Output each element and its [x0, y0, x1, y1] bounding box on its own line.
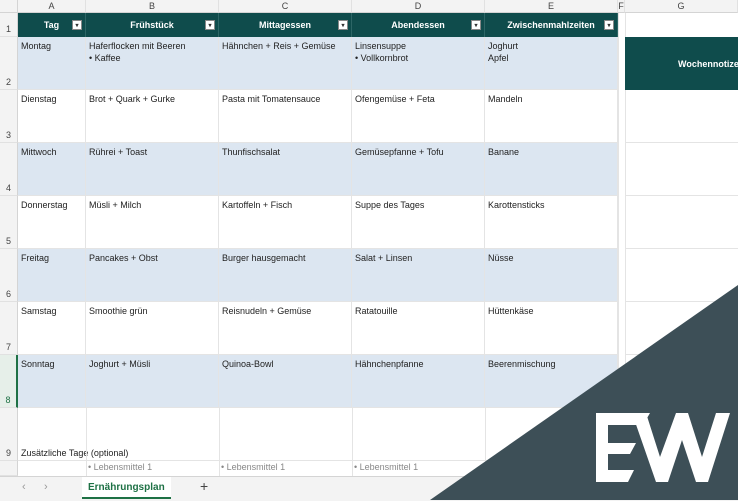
row-header-8[interactable]: 8 [0, 355, 18, 408]
column-header-c[interactable]: C [219, 0, 352, 13]
cell-lunch[interactable]: Quinoa-Bowl [219, 355, 352, 408]
column-header-d[interactable]: D [352, 0, 485, 13]
filter-dropdown-icon[interactable]: ▾ [72, 20, 82, 30]
cell-dinner[interactable]: Linsensuppe • Vollkornbrot [352, 37, 485, 90]
extra-food-item[interactable]: • Lebensmittel 1 [221, 462, 285, 472]
cell-lunch[interactable]: Hähnchen + Reis + Gemüse [219, 37, 352, 90]
filter-dropdown-icon[interactable]: ▾ [338, 20, 348, 30]
header-tag: Tag ▾ [18, 13, 86, 37]
cell-breakfast[interactable]: Smoothie grün [86, 302, 219, 355]
cell-dinner[interactable]: Salat + Linsen [352, 249, 485, 302]
row-header-5[interactable]: 5 [0, 196, 18, 249]
header-mittagessen: Mittagessen ▾ [219, 13, 352, 37]
column-header-a[interactable]: A [18, 0, 86, 13]
extra-days-title: Zusätzliche Tage (optional) [21, 448, 129, 458]
header-abendessen: Abendessen ▾ [352, 13, 485, 37]
cell-day[interactable]: Sonntag [18, 355, 86, 408]
header-fruehstueck: Frühstück ▾ [86, 13, 219, 37]
filter-dropdown-icon[interactable]: ▾ [471, 20, 481, 30]
sheet-tab-label: Ernährungsplan [88, 481, 165, 493]
row-header-6[interactable]: 6 [0, 249, 18, 302]
cell-lunch[interactable]: Reisnudeln + Gemüse [219, 302, 352, 355]
cell-day[interactable]: Mittwoch [18, 143, 86, 196]
cell-breakfast[interactable]: Haferflocken mit Beeren • Kaffee [86, 37, 219, 90]
cell-breakfast[interactable]: Müsli + Milch [86, 196, 219, 249]
column-header-b[interactable]: B [86, 0, 219, 13]
extra-food-item[interactable]: • Lebensmittel 1 [88, 462, 152, 472]
next-sheet-icon[interactable]: › [44, 481, 48, 493]
cell-breakfast[interactable]: Brot + Quark + Gurke [86, 90, 219, 143]
column-header-e[interactable]: E [485, 0, 618, 13]
header-fruehstueck-label: Frühstück [130, 20, 174, 30]
row-header-4[interactable]: 4 [0, 143, 18, 196]
spreadsheet-grid: A B C D E F G 1 Tag ▾ Frühstück ▾ Mittag… [0, 0, 738, 501]
cell-day[interactable]: Donnerstag [18, 196, 86, 249]
cell-snacks[interactable]: Karottensticks [485, 196, 618, 249]
column-header-g[interactable]: G [625, 0, 738, 13]
row-header-9[interactable]: 9 [0, 408, 18, 461]
header-tag-label: Tag [43, 20, 60, 30]
cell-day[interactable]: Freitag [18, 249, 86, 302]
cell-dinner[interactable]: Hähnchenpfanne [352, 355, 485, 408]
weekly-notes-header[interactable]: Wochennotizen [625, 37, 738, 90]
cell-lunch[interactable]: Thunfischsalat [219, 143, 352, 196]
header-zwischen-label: Zwischenmahlzeiten [507, 20, 595, 30]
row-header-10[interactable] [0, 461, 18, 476]
row-header-7[interactable]: 7 [0, 302, 18, 355]
cell-day[interactable]: Samstag [18, 302, 86, 355]
cell-snacks[interactable]: Hüttenkäse [485, 302, 618, 355]
cell-dinner[interactable]: Gemüsepfanne + Tofu [352, 143, 485, 196]
header-mittagessen-label: Mittagessen [258, 20, 311, 30]
header-abendessen-label: Abendessen [391, 20, 445, 30]
cell-snacks[interactable]: Nüsse [485, 249, 618, 302]
cell-lunch[interactable]: Burger hausgemacht [219, 249, 352, 302]
prev-sheet-icon[interactable]: ‹ [22, 481, 26, 493]
cell-snacks[interactable]: Banane [485, 143, 618, 196]
cell-snacks[interactable]: Mandeln [485, 90, 618, 143]
cell-snacks[interactable]: Joghurt Apfel [485, 37, 618, 90]
header-zwischen: Zwischenmahlzeiten ▾ [485, 13, 618, 37]
row-header-3[interactable]: 3 [0, 90, 18, 143]
sheet-tab-ernaehrungsplan[interactable]: Ernährungsplan [82, 477, 171, 499]
add-sheet-button[interactable]: + [200, 478, 208, 494]
cell-day[interactable]: Dienstag [18, 90, 86, 143]
cell-dinner[interactable]: Suppe des Tages [352, 196, 485, 249]
cell-lunch[interactable]: Kartoffeln + Fisch [219, 196, 352, 249]
row-header-1[interactable]: 1 [0, 13, 18, 37]
weekly-notes-label: Wochennotizen [678, 58, 738, 69]
cell-snacks[interactable]: Beerenmischung [485, 355, 618, 408]
cell-day[interactable]: Montag [18, 37, 86, 90]
cell-dinner[interactable]: Ofengemüse + Feta [352, 90, 485, 143]
select-all-corner[interactable] [0, 0, 18, 13]
cell-lunch[interactable]: Pasta mit Tomatensauce [219, 90, 352, 143]
cell-breakfast[interactable]: Rührei + Toast [86, 143, 219, 196]
cell-dinner[interactable]: Ratatouille [352, 302, 485, 355]
filter-dropdown-icon[interactable]: ▾ [604, 20, 614, 30]
column-header-f[interactable]: F [618, 0, 625, 13]
row-header-2[interactable]: 2 [0, 37, 18, 90]
cell-breakfast[interactable]: Pancakes + Obst [86, 249, 219, 302]
cell-breakfast[interactable]: Joghurt + Müsli [86, 355, 219, 408]
extra-food-item[interactable]: • Lebensmittel 1 [354, 462, 418, 472]
filter-dropdown-icon[interactable]: ▾ [205, 20, 215, 30]
